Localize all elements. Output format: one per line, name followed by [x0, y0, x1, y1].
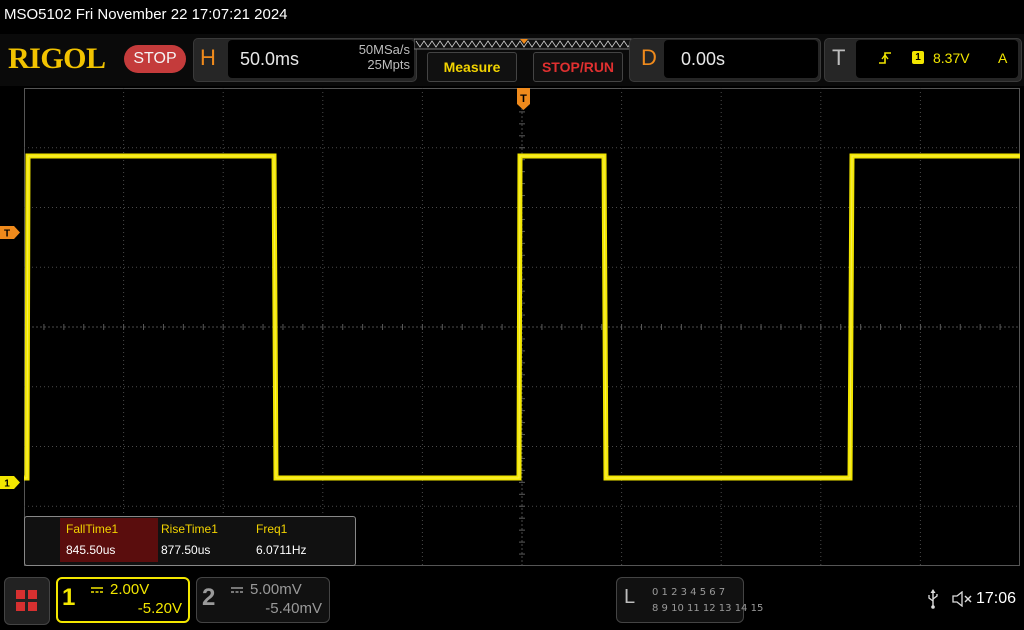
sample-rate-info: 50MSa/s 25Mpts	[330, 42, 410, 72]
rigol-logo: RIGOL	[8, 42, 106, 75]
measurement-value: 6.0711Hz	[256, 543, 307, 557]
muted-speaker-icon[interactable]	[952, 591, 972, 607]
stop-run-button[interactable]: STOP/RUN	[533, 52, 623, 82]
delay-value: 0.00s	[681, 49, 726, 69]
dc-coupling-icon	[231, 587, 243, 593]
usb-icon	[928, 589, 938, 609]
rising-edge-icon	[879, 52, 891, 64]
measurement-value: 845.50us	[66, 543, 116, 557]
measurement-value: 877.50us	[161, 543, 211, 557]
channel1-number: 1	[62, 584, 76, 611]
trigger-level-label: T	[4, 229, 10, 240]
channel1-trace	[24, 153, 1020, 481]
main-menu-button[interactable]	[4, 577, 50, 625]
logic-analyzer-label: L	[624, 586, 636, 608]
channel1-offset: -5.20V	[137, 600, 182, 617]
trigger-level-value: 8.37V	[933, 50, 970, 66]
memory-depth: 25Mpts	[367, 57, 410, 72]
channel2-scale: 5.00mV	[250, 581, 302, 598]
trigger-position-marker[interactable]: T	[517, 88, 530, 110]
sample-rate: 50MSa/s	[358, 42, 410, 57]
logic-channels-row1: 0 1 2 3 4 5 6 7	[652, 587, 726, 598]
system-clock: 17:06	[976, 590, 1017, 607]
channel2-number: 2	[202, 584, 216, 611]
measurement-header: RiseTime1	[161, 522, 218, 536]
channel1-scale: 2.00V	[110, 581, 150, 598]
trigger-source-badge: 1	[912, 51, 924, 64]
measure-button[interactable]: Measure	[427, 52, 517, 82]
measurement-header: FallTime1	[66, 522, 119, 536]
run-state-badge[interactable]: STOP	[124, 45, 186, 73]
memory-position-strip[interactable]	[414, 38, 634, 50]
trigger-label: T	[832, 45, 846, 70]
timebase-value: 50.0ms	[240, 49, 300, 69]
channel1-marker-label: 1	[4, 479, 10, 490]
channel1-ground-marker[interactable]: 1	[0, 476, 20, 489]
trigger-mode: A	[998, 50, 1008, 66]
menu-grid-icon	[16, 590, 37, 611]
logic-channels-row2: 8 9 10 11 12 13 14 15	[652, 603, 764, 614]
delay-label: D	[641, 45, 657, 70]
logic-analyzer-settings[interactable]	[616, 577, 744, 623]
dc-coupling-icon	[91, 587, 103, 593]
horizontal-label: H	[200, 45, 216, 70]
channel2-offset: -5.40mV	[265, 600, 322, 617]
measurement-header: Freq1	[256, 522, 288, 536]
window-title: MSO5102 Fri November 22 17:07:21 2024	[4, 6, 288, 23]
trigger-level-marker[interactable]: T	[0, 226, 20, 239]
trigger-position-label: T	[520, 93, 527, 105]
